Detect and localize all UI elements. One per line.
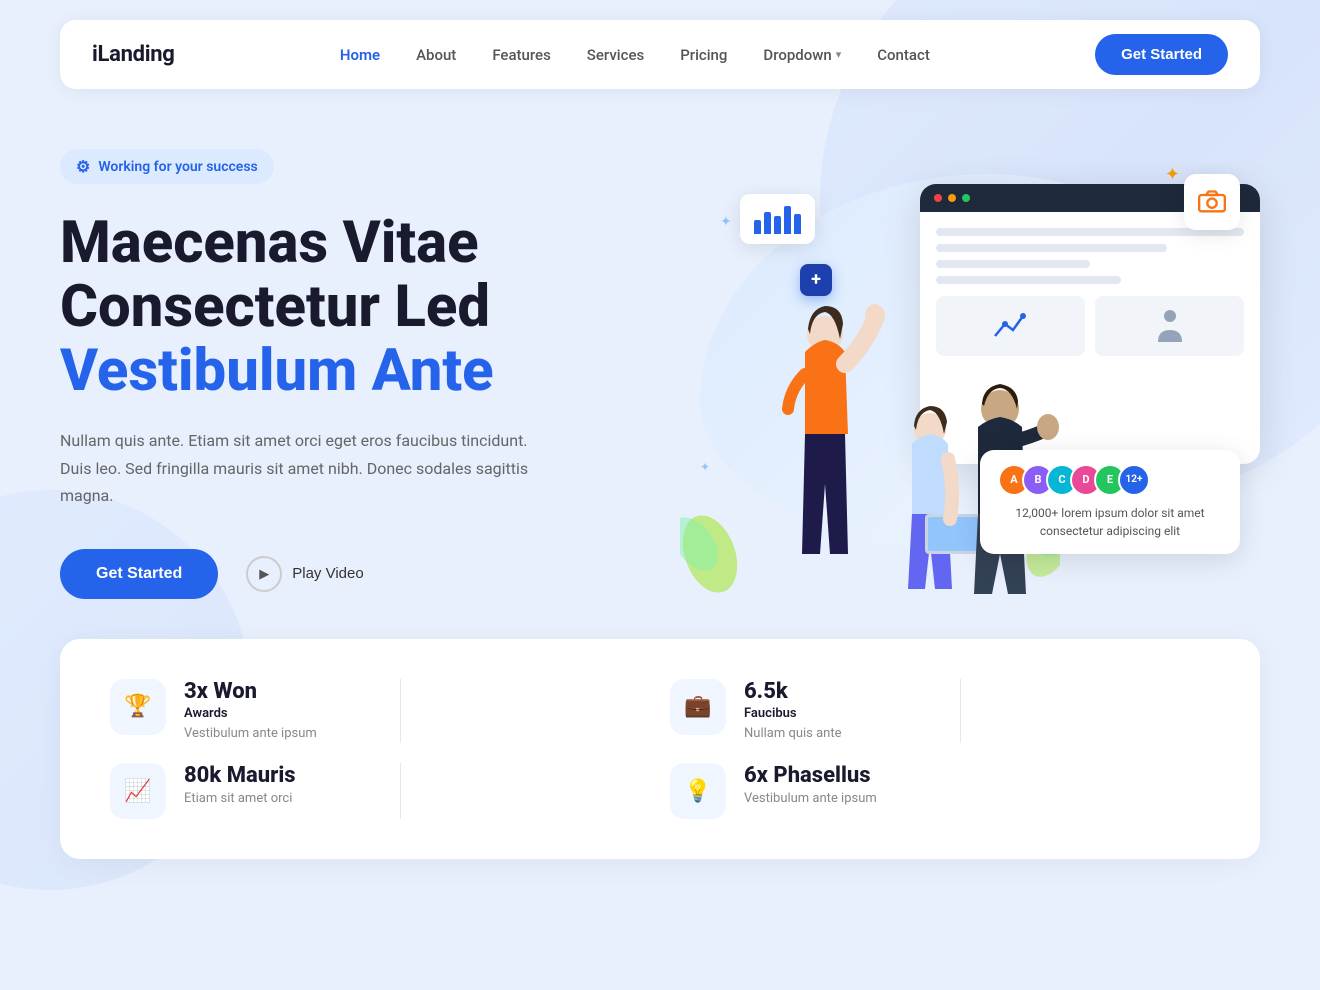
stat-item-awards: 🏆 3x Won Awards Vestibulum ante ipsum <box>110 679 370 743</box>
stat-content-2: 6.5k Faucibus Nullam quis ante <box>744 679 842 743</box>
stat-icon-wrap-4: 💡 <box>670 763 726 819</box>
nav-item-services[interactable]: Services <box>587 45 644 64</box>
gear-icon: ⚙ <box>76 157 90 176</box>
hero-cta-button[interactable]: Get Started <box>60 549 218 599</box>
stat-divider-3 <box>400 763 401 819</box>
stat-subtitle-1: Awards <box>184 706 317 721</box>
person-icon <box>1154 306 1186 346</box>
social-proof-text: 12,000+ lorem ipsum dolor sit amet conse… <box>998 504 1222 540</box>
hero-title: Maecenas Vitae Consectetur Led Vestibulu… <box>60 212 620 403</box>
hero-actions: Get Started ▶ Play Video <box>60 549 620 599</box>
nav-link-about[interactable]: About <box>416 46 456 64</box>
bar-chart-icon <box>754 204 801 234</box>
stat-content-3: 80k Mauris Etiam sit amet orci <box>184 763 296 808</box>
stat-item-phasellus: 💡 6x Phasellus Vestibulum ante ipsum <box>670 763 930 819</box>
hero-description: Nullam quis ante. Etiam sit amet orci eg… <box>60 427 560 509</box>
nav-link-services[interactable]: Services <box>587 46 644 64</box>
nav-item-contact[interactable]: Contact <box>877 45 930 64</box>
nav-link-features[interactable]: Features <box>492 46 550 64</box>
window-dot-yellow <box>948 194 956 202</box>
stat-title-1: 3x Won <box>184 679 317 704</box>
bulb-icon: 💡 <box>684 779 711 804</box>
chart-icon: 📈 <box>124 779 151 804</box>
nav-logo: iLanding <box>92 42 175 67</box>
chevron-down-icon: ▾ <box>836 48 842 61</box>
window-dot-green <box>962 194 970 202</box>
avatars-row: A B C D E 12+ <box>998 464 1222 496</box>
float-camera-card <box>1184 174 1240 230</box>
nav-link-pricing[interactable]: Pricing <box>680 46 727 64</box>
float-chart-card <box>740 194 815 244</box>
stat-title-4: 6x Phasellus <box>744 763 877 788</box>
hero-illustration-area: ✦ ✦ ✦ ✦ <box>680 154 1260 594</box>
play-video-button[interactable]: ▶ Play Video <box>246 556 363 592</box>
stat-icon-wrap-1: 🏆 <box>110 679 166 735</box>
nav-item-dropdown[interactable]: Dropdown ▾ <box>763 46 841 64</box>
stat-item-faucibus: 💼 6.5k Faucibus Nullam quis ante <box>670 679 930 743</box>
social-proof-card: A B C D E 12+ 12,000+ lorem ipsum dolor … <box>980 450 1240 554</box>
dashboard-block-2 <box>1095 296 1244 356</box>
nav-link-contact[interactable]: Contact <box>877 46 930 64</box>
stat-desc-4: Vestibulum ante ipsum <box>744 790 877 808</box>
stat-divider-2 <box>960 679 961 743</box>
stat-content-4: 6x Phasellus Vestibulum ante ipsum <box>744 763 877 808</box>
nav-cta-button[interactable]: Get Started <box>1095 34 1228 75</box>
nav-dropdown-toggle[interactable]: Dropdown ▾ <box>763 46 841 64</box>
camera-icon <box>1198 188 1226 216</box>
stat-icon-wrap-3: 📈 <box>110 763 166 819</box>
play-video-label: Play Video <box>292 565 363 582</box>
nav-link-home[interactable]: Home <box>340 46 380 64</box>
hero-title-line1: Maecenas Vitae <box>60 209 479 277</box>
play-icon: ▶ <box>246 556 282 592</box>
window-dot-red <box>934 194 942 202</box>
trophy-icon: 🏆 <box>124 694 151 719</box>
hero-badge: ⚙ Working for your success <box>60 149 274 184</box>
stat-divider-1 <box>400 679 401 743</box>
sparkle-icon-2: ✦ <box>720 214 732 230</box>
add-badge: + <box>800 264 832 296</box>
stat-title-2: 6.5k <box>744 679 842 704</box>
stat-subtitle-2: Faucibus <box>744 706 842 721</box>
stat-icon-wrap-2: 💼 <box>670 679 726 735</box>
hero-title-line3: Vestibulum Ante <box>60 337 494 405</box>
nav-item-features[interactable]: Features <box>492 45 550 64</box>
nav-dropdown-label: Dropdown <box>763 46 831 64</box>
nav-links: Home About Features Services Pricing Dro… <box>340 45 930 64</box>
stat-desc-3: Etiam sit amet orci <box>184 790 296 808</box>
briefcase-icon: 💼 <box>684 694 711 719</box>
stat-content-1: 3x Won Awards Vestibulum ante ipsum <box>184 679 317 743</box>
social-proof-desc: consectetur adipiscing elit <box>1040 524 1180 538</box>
nav-item-about[interactable]: About <box>416 45 456 64</box>
stats-section: 🏆 3x Won Awards Vestibulum ante ipsum 💼 … <box>60 639 1260 859</box>
navbar: iLanding Home About Features Services Pr… <box>60 20 1260 89</box>
hero-section: ⚙ Working for your success Maecenas Vita… <box>60 89 1260 639</box>
nav-item-home[interactable]: Home <box>340 45 380 64</box>
stat-item-mauris: 📈 80k Mauris Etiam sit amet orci <box>110 763 370 819</box>
sparkle-icon-1: ✦ <box>1165 164 1180 185</box>
stat-title-3: 80k Mauris <box>184 763 296 788</box>
hero-title-line2: Consectetur Led <box>60 273 490 341</box>
nav-item-pricing[interactable]: Pricing <box>680 45 727 64</box>
stat-desc-1: Vestibulum ante ipsum <box>184 725 317 743</box>
hero-content: ⚙ Working for your success Maecenas Vita… <box>60 149 620 599</box>
avatar-plus: 12+ <box>1118 464 1150 496</box>
stat-desc-2: Nullam quis ante <box>744 725 842 743</box>
hero-badge-text: Working for your success <box>98 159 257 175</box>
social-proof-count: 12,000+ lorem ipsum dolor sit amet <box>1015 506 1204 520</box>
